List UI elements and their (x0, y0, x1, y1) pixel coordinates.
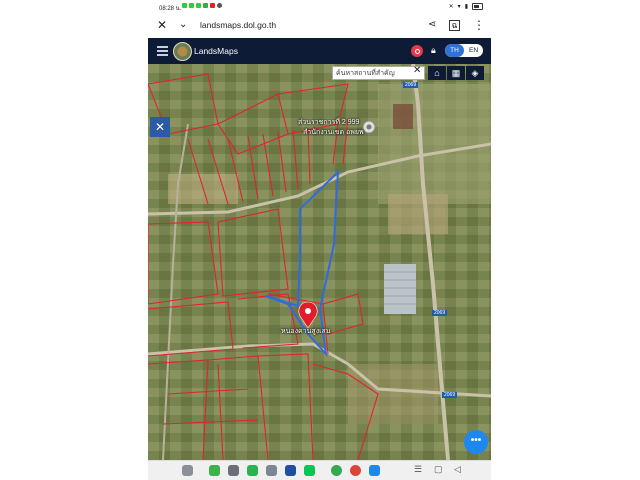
battery-icon (472, 3, 483, 10)
youtube-notification-icon (210, 3, 215, 8)
home-nav-icon[interactable]: ▢ (434, 464, 443, 475)
close-icon[interactable]: ✕ (157, 18, 167, 32)
home-icon[interactable]: ⌂ (428, 66, 446, 80)
phone-app-icon[interactable] (247, 465, 258, 476)
road-number-badge: 2069 (442, 392, 458, 398)
place-search-input[interactable]: ค้นหาสถานที่สำคัญ (332, 66, 425, 80)
measure-tool-icon[interactable]: ✕ (150, 117, 170, 137)
app-icon[interactable] (369, 465, 380, 476)
signal-icon: ▮ (464, 4, 468, 10)
app-icon[interactable] (285, 465, 296, 476)
lang-th-option[interactable]: TH (445, 44, 464, 57)
share-icon[interactable]: ⋖ (428, 18, 436, 32)
app-brand: LandsMaps (194, 46, 238, 56)
road-number-badge: 2069 (403, 82, 419, 88)
lang-en-option[interactable]: EN (464, 44, 483, 57)
clear-search-icon[interactable]: ✕ (413, 65, 421, 76)
recents-nav-icon[interactable]: ☰ (414, 464, 422, 475)
app-grid-icon[interactable] (182, 465, 193, 476)
phone-screen: 08:28 น. ✕ ▾ ▮ ✕ ⌄ landsmaps.dol.go.th ⋖… (148, 0, 491, 480)
satellite-map[interactable]: ค้นหาสถานที่สำคัญ ✕ ⌂ ▦ ◈ ✕ ส่วนราชการที… (148, 64, 491, 460)
wifi-icon: ▾ (457, 4, 461, 10)
notification-icons (182, 3, 222, 8)
map-place-label: สำนักงานเขต อพยพ (303, 129, 364, 136)
layers-icon[interactable]: ◈ (466, 66, 484, 80)
maps-app-icon[interactable] (331, 465, 342, 476)
chrome-app-icon[interactable] (350, 465, 361, 476)
more-options-icon[interactable]: ⋮ (473, 18, 485, 32)
app-icon[interactable] (209, 465, 220, 476)
dol-logo (173, 42, 192, 61)
lock-icon[interactable]: 🔒︎ (431, 45, 436, 56)
phone-notification-icon (203, 3, 208, 8)
more-actions-button[interactable]: ••• (464, 430, 488, 454)
record-icon[interactable] (411, 45, 423, 57)
status-time: 08:28 น. (159, 6, 182, 12)
url-text[interactable]: landsmaps.dol.go.th (200, 20, 276, 30)
status-bar: 08:28 น. ✕ ▾ ▮ (148, 0, 491, 14)
building-roof (393, 104, 413, 129)
road-number-badge: 2069 (432, 310, 448, 316)
chevron-down-icon[interactable]: ⌄ (179, 18, 187, 32)
back-nav-icon[interactable]: ◁ (454, 464, 461, 475)
line-notification-icon (196, 3, 201, 8)
cloud-notification-icon (217, 3, 222, 8)
line-app-icon[interactable] (304, 465, 315, 476)
grid-icon[interactable]: ▦ (447, 66, 465, 80)
menu-icon[interactable] (157, 46, 168, 56)
translate-icon[interactable]: ฉ (449, 20, 460, 31)
mute-icon: ✕ (448, 4, 454, 10)
bare-ground-area (378, 84, 491, 204)
line-notification-icon (182, 3, 187, 8)
system-icons: ✕ ▾ ▮ (449, 3, 483, 10)
app-header: LandsMaps 🔒︎ TH EN (148, 38, 491, 64)
language-toggle[interactable]: TH EN (445, 44, 483, 57)
camera-app-icon[interactable] (228, 465, 239, 476)
browser-toolbar: ✕ ⌄ landsmaps.dol.go.th ⋖ ฉ ⋮ (148, 14, 491, 39)
taskbar: ☰ ▢ ◁ (148, 460, 491, 480)
bare-ground-area (388, 194, 448, 234)
map-pin-label: หนองคานสูงเสม (281, 328, 331, 335)
settings-app-icon[interactable] (266, 465, 277, 476)
line-notification-icon (189, 3, 194, 8)
building-roof (384, 264, 416, 314)
place-marker-icon[interactable] (362, 120, 376, 134)
bare-ground-area (348, 364, 438, 424)
